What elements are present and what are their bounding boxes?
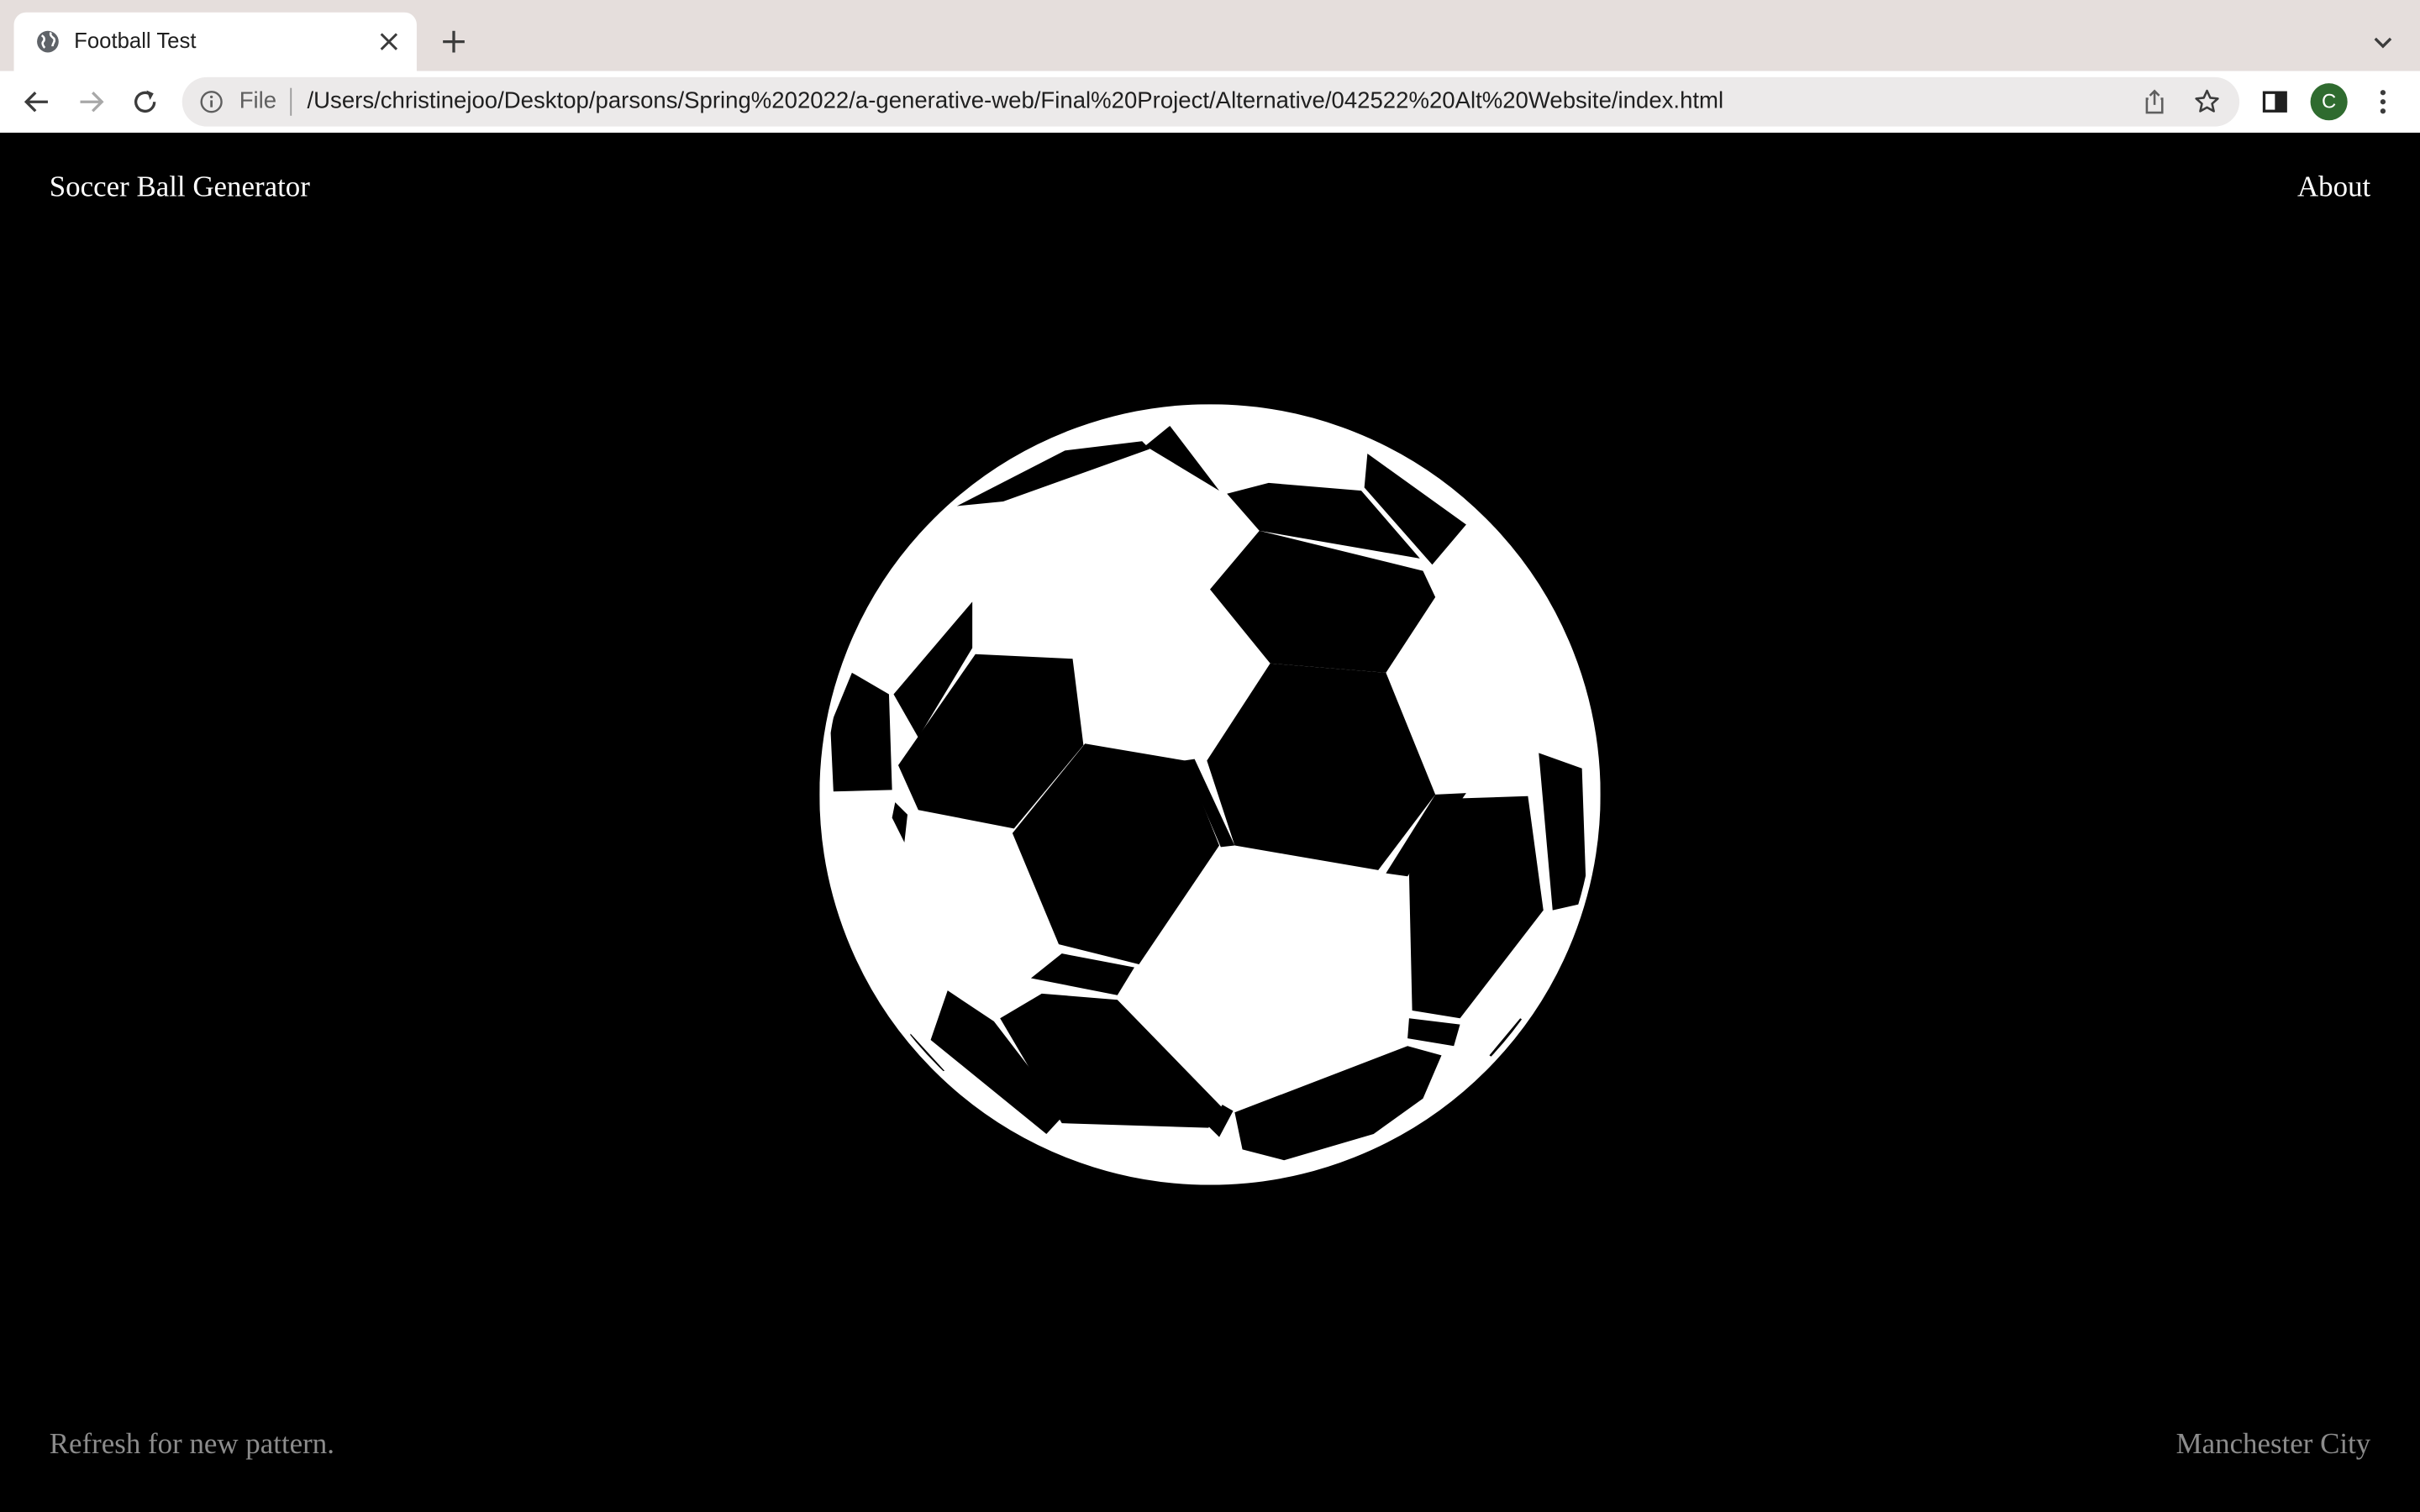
info-icon[interactable] [199,90,224,114]
reload-icon[interactable] [129,87,160,118]
chevron-down-icon[interactable] [2370,29,2395,54]
soccer-ball-graphic [819,404,1601,1185]
tab-strip: Football Test [0,0,2420,71]
url-scheme-label: File [239,87,277,114]
share-icon[interactable] [2141,88,2169,116]
site-title[interactable]: Soccer Ball Generator [50,171,310,205]
more-menu-icon[interactable] [2368,87,2399,118]
side-panel-icon[interactable] [2260,87,2291,118]
globe-icon [37,30,59,53]
about-link[interactable]: About [2297,171,2370,205]
refresh-hint: Refresh for new pattern. [49,1428,334,1462]
forward-arrow-icon[interactable] [76,87,107,118]
back-arrow-icon[interactable] [22,87,53,118]
omnibox-divider [290,87,292,116]
address-bar[interactable]: File /Users/christinejoo/Desktop/parsons… [182,76,2240,127]
team-name-label: Manchester City [2175,1428,2371,1462]
new-tab-icon[interactable] [439,26,470,57]
url-text[interactable]: /Users/christinejoo/Desktop/parsons/Spri… [308,88,1724,114]
bookmark-star-icon[interactable] [2193,88,2221,116]
browser-toolbar: File /Users/christinejoo/Desktop/parsons… [0,71,2420,134]
profile-avatar[interactable]: C [2310,83,2348,121]
page-content: Soccer Ball Generator About Refresh for … [0,132,2420,1512]
close-tab-icon[interactable] [378,31,400,53]
tab-football-test[interactable]: Football Test [13,12,417,71]
tab-title: Football Test [74,28,197,53]
